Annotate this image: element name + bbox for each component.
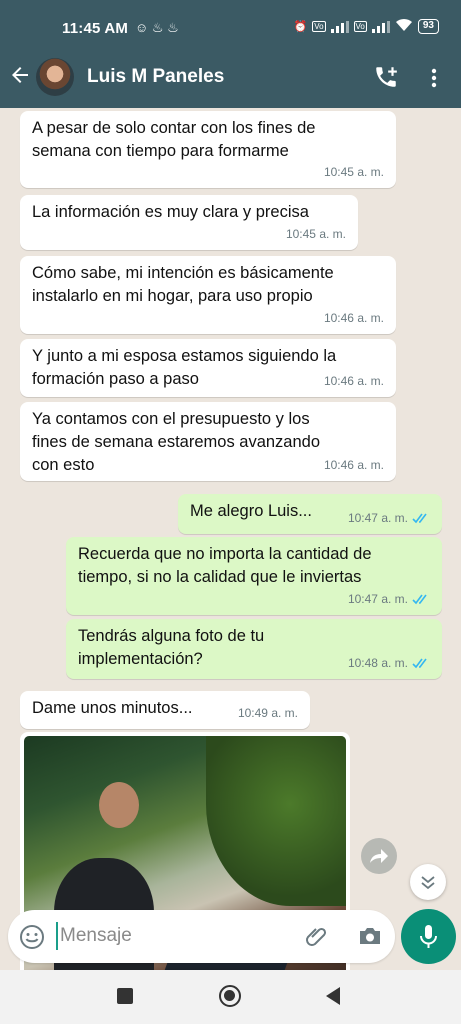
message-time: 10:49 a. m. <box>237 706 298 720</box>
status-bar: 11:45 AM ☺ ♨ ♨ ⏰ Vo Vo 93 <box>0 0 461 52</box>
back-button[interactable] <box>326 987 340 1005</box>
wifi-icon <box>395 18 413 35</box>
message-bubble-outgoing[interactable]: Recuerda que no importa la cantidad de t… <box>66 537 442 615</box>
message-input[interactable] <box>56 922 286 950</box>
message-time: 10:47 a. m. <box>347 511 408 525</box>
message-time: 10:46 a. m. <box>323 458 384 472</box>
arrow-left-icon[interactable] <box>8 63 32 87</box>
chevron-double-down-icon <box>421 876 435 890</box>
message-meta: 10:47 a. m. <box>348 588 430 611</box>
recents-button[interactable] <box>117 988 133 1004</box>
forward-icon <box>370 849 388 863</box>
message-time: 10:45 a. m. <box>285 227 346 241</box>
contact-name[interactable]: Luis M Paneles <box>87 66 224 88</box>
more-vert-icon[interactable] <box>424 66 444 90</box>
message-time: 10:47 a. m. <box>347 592 408 606</box>
status-time: 11:45 AM <box>62 20 129 37</box>
message-bubble[interactable]: La información es muy clara y precisa 10… <box>20 195 358 250</box>
system-nav-bar <box>0 970 461 1024</box>
message-time: 10:46 a. m. <box>323 374 384 388</box>
message-bubble-outgoing[interactable]: Tendrás alguna foto de tu implementación… <box>66 619 442 679</box>
status-right: ⏰ Vo Vo 93 <box>293 18 439 35</box>
message-meta: 10:47 a. m. <box>348 507 430 530</box>
avatar[interactable] <box>36 58 74 96</box>
message-time: 10:46 a. m. <box>323 311 384 325</box>
signal-icon-2 <box>371 20 390 33</box>
add-call-icon[interactable] <box>373 64 399 90</box>
composer <box>8 910 395 963</box>
message-bubble[interactable]: Y junto a mi esposa estamos siguiendo la… <box>20 339 396 397</box>
message-text: La información es muy clara y precisa <box>32 203 309 221</box>
message-list[interactable]: A pesar de solo contar con los fines de … <box>0 108 461 970</box>
home-button[interactable] <box>219 985 241 1007</box>
volte-icon-2: Vo <box>353 21 367 32</box>
double-check-icon <box>412 513 427 524</box>
alarm-icon: ⏰ <box>293 21 308 33</box>
message-bubble[interactable]: Ya contamos con el presupuesto y los fin… <box>20 402 396 481</box>
message-time: 10:45 a. m. <box>323 165 384 179</box>
message-text: Cómo sabe, mi intención es básicamente i… <box>32 264 334 305</box>
double-check-icon <box>412 658 427 669</box>
notification-icons: ☺ ♨ ♨ <box>135 20 179 35</box>
message-text: Recuerda que no importa la cantidad de t… <box>78 545 372 586</box>
double-check-icon <box>412 594 427 605</box>
mic-button[interactable] <box>401 909 456 964</box>
scroll-to-bottom-button[interactable] <box>410 864 446 900</box>
volte-icon: Vo <box>312 21 326 32</box>
camera-icon[interactable] <box>357 924 383 948</box>
message-time: 10:48 a. m. <box>347 656 408 670</box>
forward-button[interactable] <box>361 838 397 874</box>
message-text: A pesar de solo contar con los fines de … <box>32 119 316 160</box>
message-bubble-outgoing[interactable]: Me alegro Luis... 10:47 a. m. <box>178 494 442 534</box>
battery-icon: 93 <box>417 19 439 34</box>
mic-icon <box>420 925 437 948</box>
message-bubble[interactable]: A pesar de solo contar con los fines de … <box>20 111 396 188</box>
message-bubble[interactable]: Dame unos minutos... 10:49 a. m. <box>20 691 310 729</box>
message-meta: 10:48 a. m. <box>348 652 430 675</box>
emoji-icon[interactable] <box>19 924 45 950</box>
chat-header: Luis M Paneles <box>0 52 461 108</box>
attach-icon[interactable] <box>304 923 330 949</box>
signal-icon <box>330 20 349 33</box>
message-bubble[interactable]: Cómo sabe, mi intención es básicamente i… <box>20 256 396 334</box>
